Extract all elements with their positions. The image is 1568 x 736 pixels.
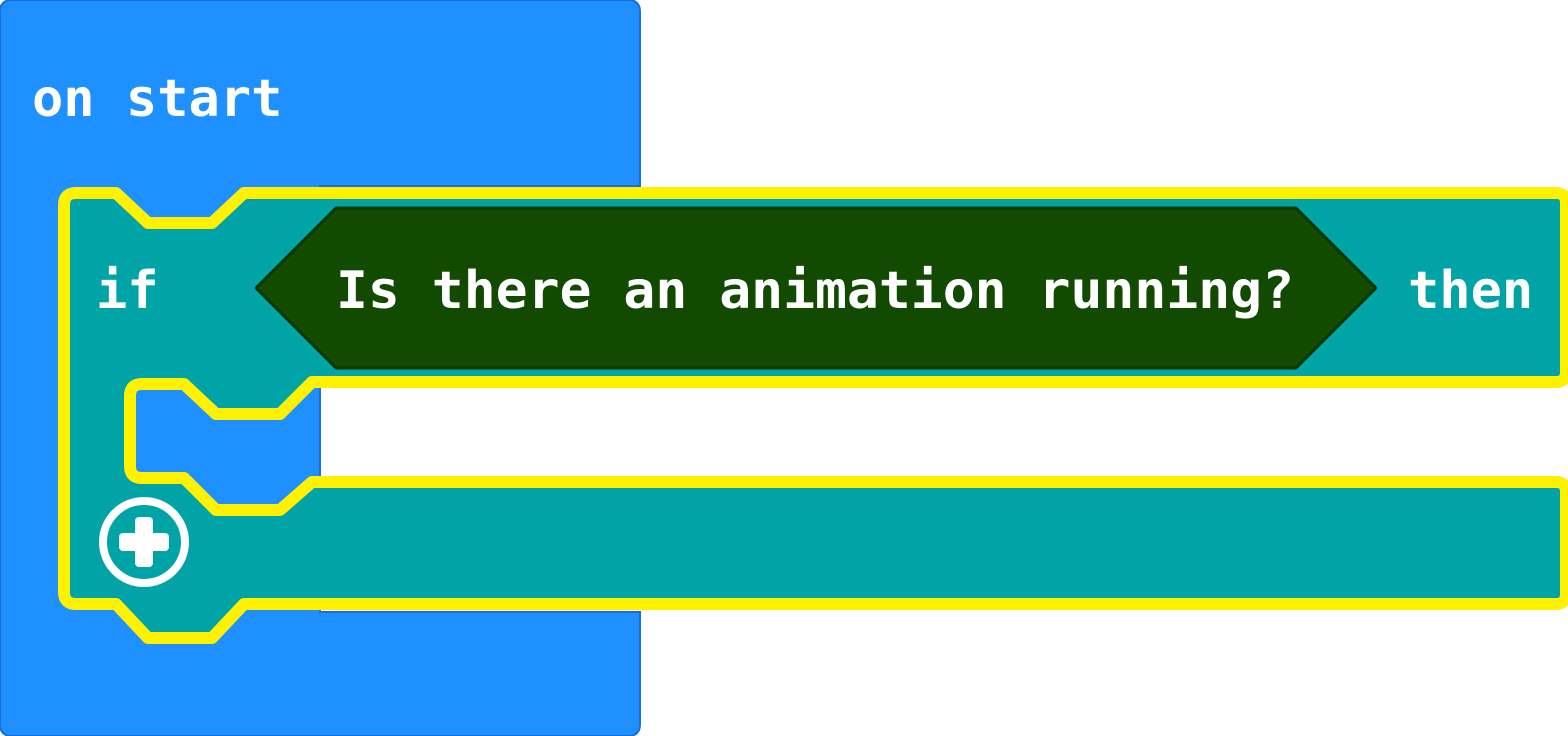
condition-block[interactable]: Is there an animation running? xyxy=(254,206,1378,370)
blocks-workspace: on start if Is there an animation runnin… xyxy=(0,0,1568,736)
plus-icon-vertical xyxy=(135,517,153,567)
add-branch-button[interactable] xyxy=(99,497,189,587)
condition-label: Is there an animation running? xyxy=(336,261,1294,321)
then-label: then xyxy=(1408,261,1533,321)
on-start-label: on start xyxy=(32,69,282,129)
if-label: if xyxy=(96,261,159,321)
